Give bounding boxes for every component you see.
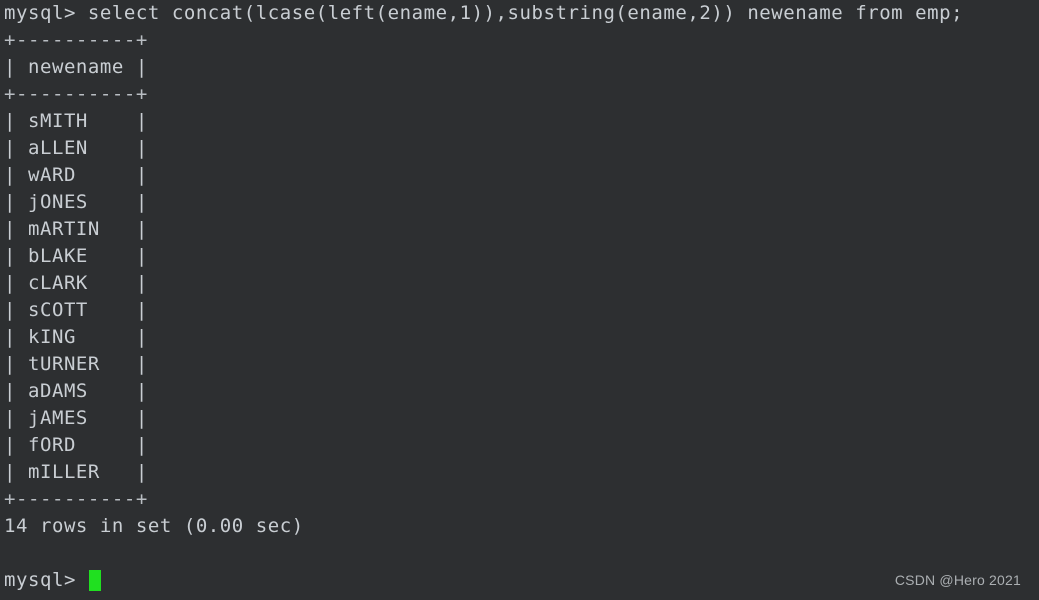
table-row: | kING | — [4, 326, 148, 348]
input-prompt-line[interactable]: mysql> — [4, 567, 1039, 594]
result-status-line: 14 rows in set (0.00 sec) — [4, 515, 304, 537]
command-line: mysql> select concat(lcase(left(ename,1)… — [4, 2, 964, 24]
terminal-screen: mysql> select concat(lcase(left(ename,1)… — [4, 0, 1039, 600]
table-header-separator: +----------+ — [4, 83, 148, 105]
table-row: | sCOTT | — [4, 299, 148, 321]
terminal-window[interactable]: mysql> select concat(lcase(left(ename,1)… — [0, 0, 1039, 600]
watermark-label: CSDN @Hero 2021 — [894, 572, 1021, 588]
table-row: | sMITH | — [4, 110, 148, 132]
table-row: | aDAMS | — [4, 380, 148, 402]
table-row: | jAMES | — [4, 407, 148, 429]
table-row: | cLARK | — [4, 272, 148, 294]
table-row: | tURNER | — [4, 353, 148, 375]
table-row: | mARTIN | — [4, 218, 148, 240]
text-cursor — [88, 570, 101, 591]
table-header-row: | newename | — [4, 56, 148, 78]
table-row: | fORD | — [4, 434, 148, 456]
table-row: | jONES | — [4, 191, 148, 213]
table-bottom-rule: +----------+ — [4, 488, 148, 510]
prompt-label: mysql> — [4, 569, 88, 591]
table-row: | wARD | — [4, 164, 148, 186]
table-row: | bLAKE | — [4, 245, 148, 267]
table-row: | mILLER | — [4, 461, 148, 483]
table-row: | aLLEN | — [4, 137, 148, 159]
table-top-rule: +----------+ — [4, 29, 148, 51]
